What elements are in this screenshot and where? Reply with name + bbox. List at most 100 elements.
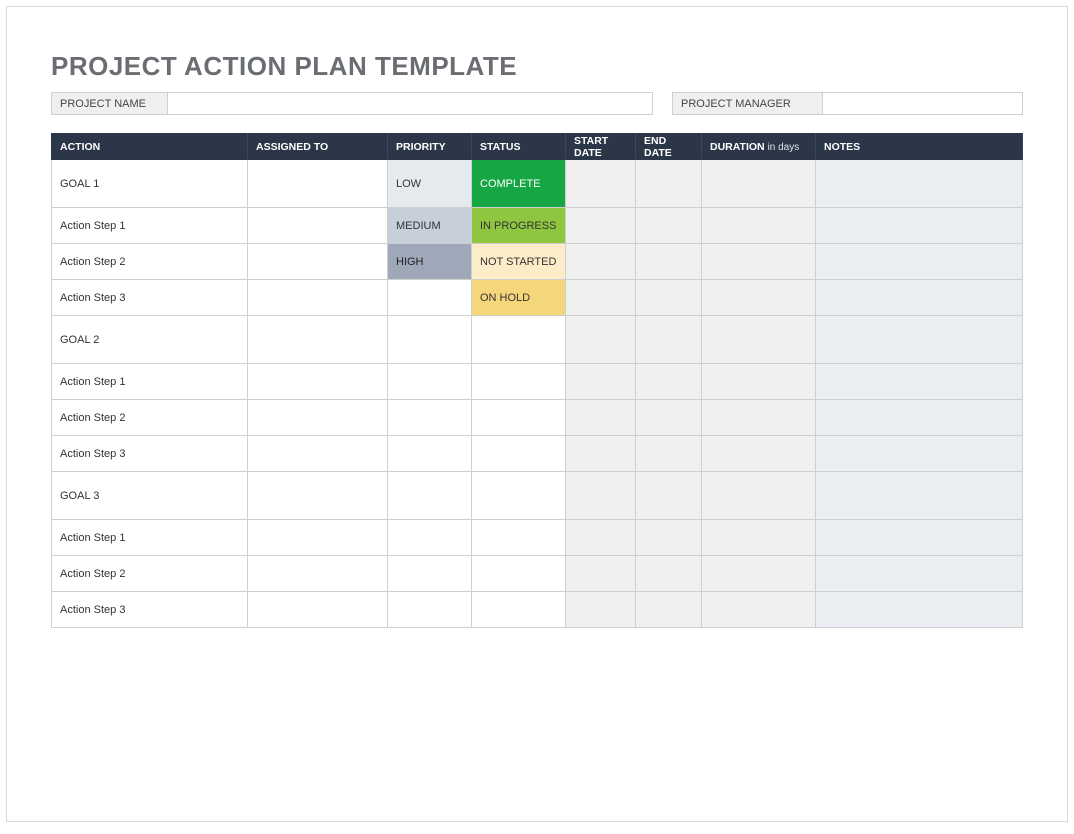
cell-notes[interactable] bbox=[816, 472, 1023, 520]
cell-duration[interactable] bbox=[702, 280, 816, 316]
cell-status[interactable] bbox=[472, 472, 566, 520]
cell-duration[interactable] bbox=[702, 520, 816, 556]
cell-notes[interactable] bbox=[816, 592, 1023, 628]
cell-priority[interactable] bbox=[388, 436, 472, 472]
table-row: Action Step 3 ON HOLD bbox=[52, 280, 1023, 316]
cell-assigned[interactable] bbox=[248, 316, 388, 364]
cell-assigned[interactable] bbox=[248, 280, 388, 316]
cell-duration[interactable] bbox=[702, 556, 816, 592]
cell-duration[interactable] bbox=[702, 400, 816, 436]
cell-notes[interactable] bbox=[816, 280, 1023, 316]
cell-start[interactable] bbox=[566, 280, 636, 316]
cell-assigned[interactable] bbox=[248, 472, 388, 520]
cell-end[interactable] bbox=[636, 556, 702, 592]
cell-start[interactable] bbox=[566, 436, 636, 472]
cell-priority[interactable] bbox=[388, 592, 472, 628]
cell-status[interactable] bbox=[472, 400, 566, 436]
cell-status[interactable] bbox=[472, 592, 566, 628]
cell-priority[interactable] bbox=[388, 316, 472, 364]
cell-action[interactable]: Action Step 3 bbox=[52, 592, 248, 628]
cell-priority[interactable] bbox=[388, 520, 472, 556]
cell-priority[interactable]: MEDIUM bbox=[388, 208, 472, 244]
cell-start[interactable] bbox=[566, 244, 636, 280]
cell-notes[interactable] bbox=[816, 244, 1023, 280]
cell-duration[interactable] bbox=[702, 472, 816, 520]
cell-status[interactable] bbox=[472, 436, 566, 472]
cell-duration[interactable] bbox=[702, 592, 816, 628]
cell-action[interactable]: Action Step 1 bbox=[52, 208, 248, 244]
cell-start[interactable] bbox=[566, 520, 636, 556]
cell-status[interactable]: COMPLETE bbox=[472, 160, 566, 208]
cell-action[interactable]: GOAL 2 bbox=[52, 316, 248, 364]
cell-action[interactable]: Action Step 3 bbox=[52, 436, 248, 472]
cell-duration[interactable] bbox=[702, 160, 816, 208]
project-name-input[interactable] bbox=[168, 93, 653, 115]
cell-start[interactable] bbox=[566, 316, 636, 364]
cell-action[interactable]: GOAL 1 bbox=[52, 160, 248, 208]
cell-duration[interactable] bbox=[702, 244, 816, 280]
cell-duration[interactable] bbox=[702, 208, 816, 244]
cell-start[interactable] bbox=[566, 400, 636, 436]
cell-priority[interactable] bbox=[388, 400, 472, 436]
cell-notes[interactable] bbox=[816, 364, 1023, 400]
cell-end[interactable] bbox=[636, 208, 702, 244]
cell-assigned[interactable] bbox=[248, 244, 388, 280]
cell-notes[interactable] bbox=[816, 400, 1023, 436]
project-manager-input[interactable] bbox=[823, 93, 1023, 115]
cell-status[interactable]: IN PROGRESS bbox=[472, 208, 566, 244]
cell-priority[interactable] bbox=[388, 556, 472, 592]
cell-action[interactable]: Action Step 1 bbox=[52, 364, 248, 400]
cell-notes[interactable] bbox=[816, 160, 1023, 208]
cell-end[interactable] bbox=[636, 244, 702, 280]
cell-assigned[interactable] bbox=[248, 400, 388, 436]
cell-start[interactable] bbox=[566, 160, 636, 208]
cell-duration[interactable] bbox=[702, 436, 816, 472]
cell-start[interactable] bbox=[566, 208, 636, 244]
cell-assigned[interactable] bbox=[248, 160, 388, 208]
cell-notes[interactable] bbox=[816, 316, 1023, 364]
cell-start[interactable] bbox=[566, 364, 636, 400]
cell-assigned[interactable] bbox=[248, 364, 388, 400]
cell-priority[interactable] bbox=[388, 364, 472, 400]
cell-end[interactable] bbox=[636, 436, 702, 472]
cell-priority[interactable] bbox=[388, 472, 472, 520]
cell-action[interactable]: GOAL 3 bbox=[52, 472, 248, 520]
cell-end[interactable] bbox=[636, 160, 702, 208]
cell-action[interactable]: Action Step 2 bbox=[52, 244, 248, 280]
cell-end[interactable] bbox=[636, 472, 702, 520]
cell-assigned[interactable] bbox=[248, 436, 388, 472]
cell-action[interactable]: Action Step 1 bbox=[52, 520, 248, 556]
cell-end[interactable] bbox=[636, 364, 702, 400]
cell-end[interactable] bbox=[636, 520, 702, 556]
cell-status[interactable]: NOT STARTED bbox=[472, 244, 566, 280]
cell-assigned[interactable] bbox=[248, 520, 388, 556]
cell-start[interactable] bbox=[566, 592, 636, 628]
cell-assigned[interactable] bbox=[248, 592, 388, 628]
cell-duration[interactable] bbox=[702, 364, 816, 400]
cell-notes[interactable] bbox=[816, 556, 1023, 592]
cell-end[interactable] bbox=[636, 592, 702, 628]
cell-priority[interactable] bbox=[388, 280, 472, 316]
cell-notes[interactable] bbox=[816, 436, 1023, 472]
cell-action[interactable]: Action Step 3 bbox=[52, 280, 248, 316]
cell-status[interactable] bbox=[472, 520, 566, 556]
cell-notes[interactable] bbox=[816, 520, 1023, 556]
cell-action[interactable]: Action Step 2 bbox=[52, 400, 248, 436]
cell-status[interactable]: ON HOLD bbox=[472, 280, 566, 316]
cell-end[interactable] bbox=[636, 280, 702, 316]
cell-assigned[interactable] bbox=[248, 556, 388, 592]
cell-priority[interactable]: LOW bbox=[388, 160, 472, 208]
cell-notes[interactable] bbox=[816, 208, 1023, 244]
cell-start[interactable] bbox=[566, 472, 636, 520]
cell-duration[interactable] bbox=[702, 316, 816, 364]
cell-end[interactable] bbox=[636, 316, 702, 364]
cell-action[interactable]: Action Step 2 bbox=[52, 556, 248, 592]
cell-status[interactable] bbox=[472, 556, 566, 592]
cell-end[interactable] bbox=[636, 400, 702, 436]
cell-start[interactable] bbox=[566, 556, 636, 592]
cell-status[interactable] bbox=[472, 364, 566, 400]
col-end: END DATE bbox=[636, 134, 702, 160]
cell-status[interactable] bbox=[472, 316, 566, 364]
cell-assigned[interactable] bbox=[248, 208, 388, 244]
cell-priority[interactable]: HIGH bbox=[388, 244, 472, 280]
